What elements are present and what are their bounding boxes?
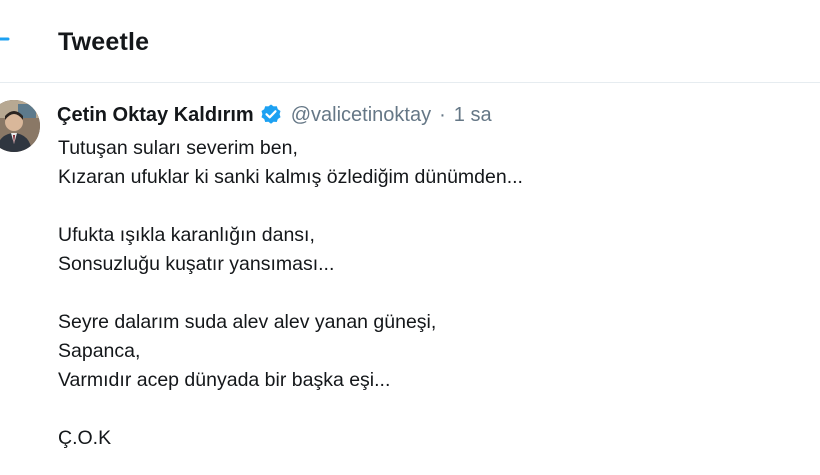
tweet-line: Tutuşan suları severim ben,	[58, 137, 298, 159]
tweet-timestamp[interactable]: 1 sa	[454, 104, 492, 127]
tweet-text: Tutuşan suları severim ben, Kızaran ufuk…	[58, 134, 798, 453]
stanza-break	[58, 279, 798, 308]
tweet-page: Tweetle Çetin Oktay Kaldırım @valicetino…	[0, 0, 820, 475]
meta-separator: ·	[439, 103, 446, 126]
tweet[interactable]: Çetin Oktay Kaldırım @valicetinoktay · 1…	[0, 84, 820, 475]
author-name[interactable]: Çetin Oktay Kaldırım	[57, 104, 254, 127]
tweet-line: Sapanca,	[58, 340, 141, 362]
tweet-line: Ufukta ışıkla karanlığın dansı,	[58, 224, 315, 246]
verified-badge-icon	[259, 103, 283, 127]
tweet-signature: Ç.O.K	[58, 427, 112, 449]
tweet-line: Sonsuzluğu kuşatır yansıması...	[58, 253, 335, 275]
stanza-break	[58, 192, 798, 221]
stanza-break	[58, 395, 798, 424]
author-avatar[interactable]	[0, 100, 40, 152]
tweet-line: Seyre dalarım suda alev alev yanan güneş…	[58, 311, 437, 333]
back-arrow-icon[interactable]	[0, 28, 12, 50]
tweet-line: Kızaran ufuklar ki sanki kalmış özlediği…	[58, 166, 523, 188]
tweet-line: Varmıdır acep dünyada bir başka eşi...	[58, 369, 391, 391]
author-handle[interactable]: @valicetinoktay	[291, 104, 431, 127]
tweet-author-row: Çetin Oktay Kaldırım @valicetinoktay · 1…	[57, 101, 492, 129]
page-header: Tweetle	[0, 0, 820, 83]
page-title: Tweetle	[58, 28, 150, 56]
